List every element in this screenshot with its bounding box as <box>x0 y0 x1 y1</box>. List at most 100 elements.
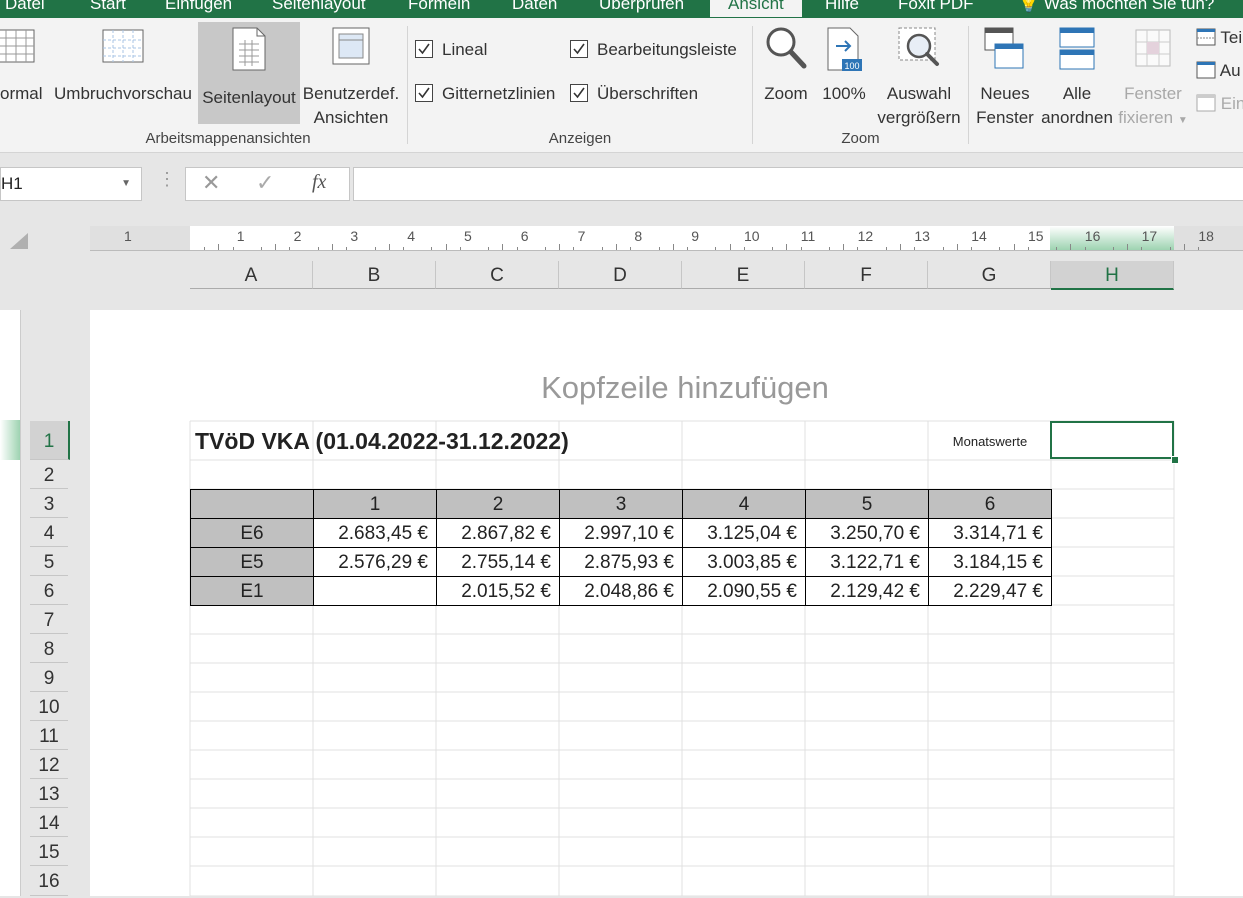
tab-ueberpruefen[interactable]: Überprüfen <box>599 0 684 17</box>
enter-icon[interactable]: ✓ <box>256 170 274 196</box>
table-cell[interactable]: 2.015,52 € <box>436 576 560 606</box>
table-cell[interactable]: 3.314,71 € <box>928 518 1052 548</box>
table-cell[interactable]: 2.229,47 € <box>928 576 1052 606</box>
ruler-number: 4 <box>407 228 415 244</box>
row-header-3[interactable]: 3 <box>30 489 68 518</box>
zoom-button[interactable]: Zoom <box>758 26 814 106</box>
table-cell[interactable] <box>313 576 437 606</box>
row-header-1[interactable]: 1 <box>30 421 70 460</box>
table-row-label[interactable]: E5 <box>190 547 314 577</box>
tab-foxit-pdf[interactable]: Foxit PDF <box>898 0 974 17</box>
table-cell[interactable]: 2.683,45 € <box>313 518 437 548</box>
table-cell[interactable]: 2.867,82 € <box>436 518 560 548</box>
column-header-d[interactable]: D <box>559 261 682 289</box>
table-cell[interactable]: 3.003,85 € <box>682 547 806 577</box>
table-cell[interactable]: 3.250,70 € <box>805 518 929 548</box>
table-cell[interactable]: 2.090,55 € <box>682 576 806 606</box>
column-header-b[interactable]: B <box>313 261 436 289</box>
table-cell[interactable]: 2.755,14 € <box>436 547 560 577</box>
ruler-tick <box>786 244 788 250</box>
name-box-dropdown-icon[interactable]: ▼ <box>121 168 131 200</box>
table-header-cell[interactable]: 5 <box>805 489 929 519</box>
table-cell[interactable]: 2.997,10 € <box>559 518 683 548</box>
row-header-7[interactable]: 7 <box>30 605 68 634</box>
tab-ansicht[interactable]: Ansicht <box>710 0 802 17</box>
formula-input[interactable] <box>353 167 1243 201</box>
row-header-4[interactable]: 4 <box>30 518 68 547</box>
row-header-12[interactable]: 12 <box>30 750 68 779</box>
page-break-preview-button[interactable]: Umbruchvorschau <box>50 26 196 106</box>
row-header-13[interactable]: 13 <box>30 779 68 808</box>
table-cell[interactable]: 2.576,29 € <box>313 547 437 577</box>
page-header-placeholder[interactable]: Kopfzeile hinzufügen <box>0 370 1243 406</box>
unhide-button[interactable]: Ein <box>1196 94 1243 114</box>
table-header-cell[interactable]: 3 <box>559 489 683 519</box>
cancel-icon[interactable]: ✕ <box>202 170 220 196</box>
table-header-cell[interactable]: 1 <box>313 489 437 519</box>
table-corner-cell[interactable] <box>190 489 314 519</box>
column-header-a[interactable]: A <box>190 261 313 289</box>
tab-start[interactable]: Start <box>90 0 126 17</box>
page-layout-icon <box>232 27 266 71</box>
tab-formeln[interactable]: Formeln <box>408 0 470 17</box>
zoom-to-selection-button[interactable]: Auswahl vergrößern <box>873 26 965 130</box>
page-layout-view-button[interactable]: Seitenlayout <box>198 22 300 124</box>
tab-daten[interactable]: Daten <box>512 0 557 17</box>
table-cell[interactable]: 3.122,71 € <box>805 547 929 577</box>
row-header-15[interactable]: 15 <box>30 837 68 866</box>
unhide-label: Ein <box>1220 94 1243 113</box>
select-all-button[interactable] <box>8 231 30 251</box>
table-cell[interactable]: 2.875,93 € <box>559 547 683 577</box>
table-cell[interactable]: 3.184,15 € <box>928 547 1052 577</box>
column-header-c[interactable]: C <box>436 261 559 289</box>
normal-view-button[interactable]: ormal <box>0 26 48 106</box>
tab-datei[interactable]: Datei <box>5 0 45 17</box>
table-header-cell[interactable]: 2 <box>436 489 560 519</box>
hide-button[interactable]: Au <box>1196 61 1241 81</box>
row-header-9[interactable]: 9 <box>30 663 68 692</box>
table-row-label[interactable]: E6 <box>190 518 314 548</box>
column-header-h[interactable]: H <box>1051 261 1174 290</box>
insert-function-icon[interactable]: fx <box>312 171 326 194</box>
table-cell[interactable]: 3.125,04 € <box>682 518 806 548</box>
table-cell[interactable]: 2.129,42 € <box>805 576 929 606</box>
freeze-panes-button[interactable]: Fenster fixieren ▼ <box>1116 26 1190 133</box>
fill-handle[interactable] <box>1171 456 1179 464</box>
row-header-14[interactable]: 14 <box>30 808 68 837</box>
name-box[interactable]: H1 ▼ <box>0 167 142 201</box>
active-cell-h1[interactable] <box>1050 421 1174 459</box>
monatswerte-cell[interactable]: Monatswerte <box>929 428 1051 456</box>
row-header-11[interactable]: 11 <box>30 721 68 750</box>
zoom-100-button[interactable]: 100 100% <box>818 26 870 106</box>
custom-views-button[interactable]: Benutzerdef. Ansichten <box>300 26 402 130</box>
table-header-cell[interactable]: 4 <box>682 489 806 519</box>
tab-seitenlayout[interactable]: Seitenlayout <box>272 0 366 17</box>
column-header-g[interactable]: G <box>928 261 1051 289</box>
formula-bar-checkbox[interactable]: Bearbeitungsleiste <box>570 40 737 60</box>
arrange-all-label-2: anordnen <box>1041 108 1113 127</box>
row-header-8[interactable]: 8 <box>30 634 68 663</box>
column-header-f[interactable]: F <box>805 261 928 289</box>
sheet-title[interactable]: TVöD VKA (01.04.2022-31.12.2022) <box>195 427 569 455</box>
column-header-e[interactable]: E <box>682 261 805 289</box>
table-cell[interactable]: 2.048,86 € <box>559 576 683 606</box>
row-header-2[interactable]: 2 <box>30 460 68 489</box>
gridlines-checkbox[interactable]: Gitternetzlinien <box>415 84 555 104</box>
row-header-5[interactable]: 5 <box>30 547 68 576</box>
row-header-16[interactable]: 16 <box>30 866 68 896</box>
table-header-cell[interactable]: 6 <box>928 489 1052 519</box>
new-window-button[interactable]: Neues Fenster <box>972 26 1038 130</box>
row-header-10[interactable]: 10 <box>30 692 68 721</box>
ruler-checkbox[interactable]: Lineal <box>415 40 487 60</box>
new-window-label-2: Fenster <box>976 108 1034 127</box>
split-button[interactable]: Teil <box>1196 28 1243 48</box>
row-header-6[interactable]: 6 <box>30 576 68 605</box>
tab-einfuegen[interactable]: Einfügen <box>165 0 232 17</box>
headings-checkbox[interactable]: Überschriften <box>570 84 698 104</box>
arrange-all-button[interactable]: Alle anordnen <box>1038 26 1116 130</box>
ruler-tick <box>772 247 774 250</box>
tab-hilfe[interactable]: Hilfe <box>825 0 859 17</box>
tell-me-search[interactable]: 💡 Was möchten Sie tun? <box>1018 0 1214 17</box>
table-row-label[interactable]: E1 <box>190 576 314 606</box>
ruler-number: 12 <box>857 228 874 244</box>
